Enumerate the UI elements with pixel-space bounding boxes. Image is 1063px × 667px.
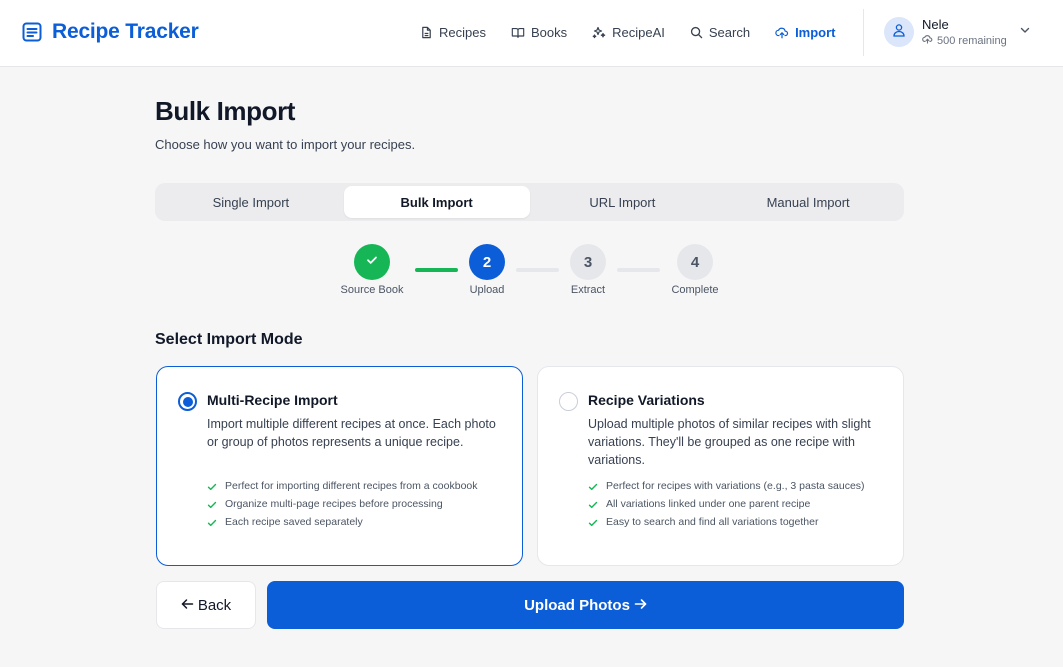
user-menu[interactable]: Nele 500 remaining (884, 17, 1031, 47)
import-type-tabs: Single Import Bulk Import URL Import Man… (155, 183, 904, 221)
step-connector (516, 268, 559, 272)
check-icon (207, 519, 217, 527)
card-description: Import multiple different recipes at onc… (207, 417, 496, 449)
chevron-down-icon (1019, 23, 1031, 41)
nav-label: Books (530, 24, 568, 40)
list-item: Perfect for recipes with variations (e.g… (588, 480, 868, 493)
step-label: Source Book (340, 284, 404, 296)
list-item-text: Organize multi-page recipes before proce… (225, 498, 443, 510)
list-item: Easy to search and find all variations t… (588, 516, 868, 529)
tab-manual-import[interactable]: Manual Import (715, 186, 901, 218)
upload-button-label: Upload Photos (524, 596, 630, 614)
step-label: Extract (570, 284, 606, 296)
check-icon (588, 501, 598, 509)
book-open-icon (511, 26, 525, 39)
card-title: Recipe Variations (588, 392, 705, 408)
nav-label: Recipes (439, 24, 486, 40)
credits-remaining: 500 remaining (922, 34, 1007, 47)
user-name: Nele (922, 17, 949, 32)
header-divider (863, 9, 864, 56)
list-item-text: Perfect for importing different recipes … (225, 480, 478, 492)
nav-item-search[interactable]: Search (690, 23, 750, 41)
arrow-left-icon (181, 597, 194, 614)
list-item: Perfect for importing different recipes … (207, 480, 487, 493)
check-icon (588, 519, 598, 527)
radio-multi-recipe[interactable] (178, 392, 197, 411)
credits-label: 500 remaining (937, 34, 1007, 47)
document-lines-icon (22, 22, 42, 42)
step-complete: 4 (677, 244, 713, 280)
radio-recipe-variations[interactable] (559, 392, 578, 411)
nav-label: Import (795, 24, 836, 40)
upload-photos-button[interactable]: Upload Photos (267, 581, 904, 629)
step-source-book (354, 244, 390, 280)
mode-card-multi-recipe[interactable]: Multi-Recipe Import Import multiple diff… (156, 366, 523, 566)
step-label: Complete (671, 284, 719, 296)
user-icon (892, 23, 906, 42)
card-description: Upload multiple photos of similar recipe… (588, 417, 871, 467)
mode-card-recipe-variations[interactable]: Recipe Variations Upload multiple photos… (537, 366, 904, 566)
nav-item-recipes[interactable]: Recipes (420, 23, 486, 41)
back-button-label: Back (197, 596, 232, 614)
check-icon (207, 501, 217, 509)
step-label: Upload (469, 284, 505, 296)
nav-label: RecipeAI (612, 24, 665, 40)
brand-name: Recipe Tracker (52, 20, 199, 43)
tab-bulk-import[interactable]: Bulk Import (343, 186, 530, 218)
page-subtitle: Choose how you want to import your recip… (155, 137, 416, 152)
list-item-text: All variations linked under one parent r… (606, 498, 811, 510)
list-item: All variations linked under one parent r… (588, 498, 868, 511)
avatar (884, 17, 914, 47)
card-title: Multi-Recipe Import (207, 392, 338, 408)
feature-list: Perfect for importing different recipes … (207, 480, 487, 534)
tab-url-import[interactable]: URL Import (530, 186, 716, 218)
top-header: Recipe Tracker Recipes Books RecipeAI Se… (0, 0, 1063, 67)
list-item: Each recipe saved separately (207, 516, 487, 529)
sparkles-icon (592, 25, 606, 39)
search-icon (690, 26, 703, 39)
tab-single-import[interactable]: Single Import (158, 186, 344, 218)
nav-item-recipeai[interactable]: RecipeAI (592, 23, 665, 41)
list-item-text: Perfect for recipes with variations (e.g… (606, 480, 865, 492)
section-title: Select Import Mode (155, 331, 303, 348)
page-title: Bulk Import (155, 96, 296, 126)
list-item: Organize multi-page recipes before proce… (207, 498, 487, 511)
arrow-right-icon (634, 597, 647, 614)
nav-item-books[interactable]: Books (511, 23, 567, 41)
step-upload: 2 (469, 244, 505, 280)
main-nav: Recipes Books RecipeAI Search Import (420, 23, 861, 41)
nav-label: Search (708, 24, 751, 40)
list-item-text: Each recipe saved separately (225, 516, 363, 528)
step-connector (617, 268, 660, 272)
feature-list: Perfect for recipes with variations (e.g… (588, 480, 868, 534)
back-button[interactable]: Back (156, 581, 256, 629)
nav-item-import[interactable]: Import (775, 23, 836, 41)
check-icon (588, 483, 598, 491)
check-icon (207, 483, 217, 491)
step-extract: 3 (570, 244, 606, 280)
user-info: Nele 500 remaining (922, 17, 1007, 47)
list-item-text: Easy to search and find all variations t… (606, 516, 819, 528)
upload-cloud-icon (922, 34, 933, 47)
brand[interactable]: Recipe Tracker (22, 20, 199, 44)
step-connector (415, 268, 458, 272)
upload-cloud-icon (775, 26, 789, 39)
file-icon (420, 26, 433, 39)
check-icon (365, 253, 379, 271)
